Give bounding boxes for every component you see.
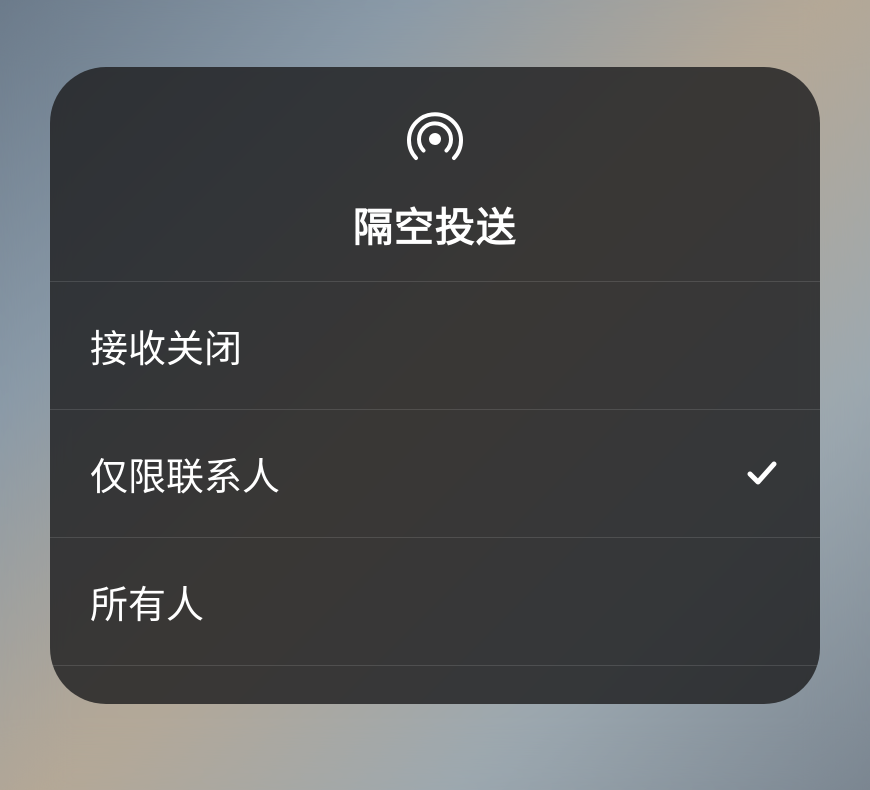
airdrop-settings-panel: 隔空投送 接收关闭 仅限联系人 所有人 [50,67,820,704]
option-label: 所有人 [90,574,204,629]
option-receiving-off[interactable]: 接收关闭 [50,282,820,410]
airdrop-icon [403,107,467,171]
option-list: 接收关闭 仅限联系人 所有人 [50,282,820,666]
panel-title: 隔空投送 [353,195,517,253]
option-everyone[interactable]: 所有人 [50,538,820,666]
option-label: 接收关闭 [90,318,242,373]
panel-header: 隔空投送 [50,67,820,282]
option-contacts-only[interactable]: 仅限联系人 [50,410,820,538]
bottom-spacer [50,666,820,704]
option-label: 仅限联系人 [90,446,280,501]
checkmark-icon [744,455,780,491]
